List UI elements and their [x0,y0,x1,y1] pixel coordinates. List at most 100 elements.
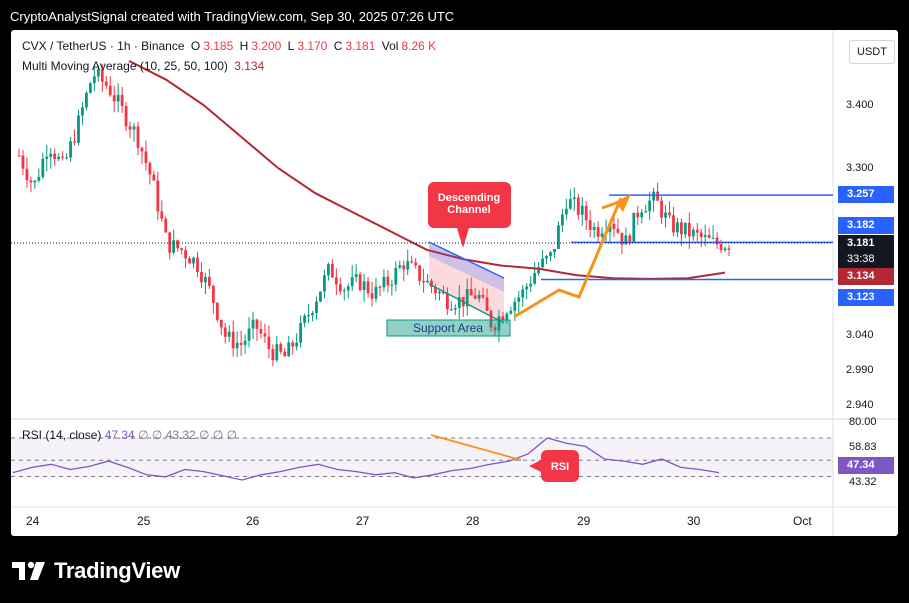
candle-body [727,248,731,250]
candle-body [691,229,695,237]
rsi-current-badge: 47.34 [838,457,894,474]
candle-body [330,263,334,278]
projection-arrow [513,197,623,319]
candle-body [711,237,715,239]
chart-caption: CryptoAnalystSignal created with Trading… [10,9,455,24]
candle-body [600,233,604,237]
candle-body [394,267,398,285]
candle-body [85,92,88,108]
candle-body [374,286,378,299]
low-value: 3.170 [297,39,328,53]
candle-body [164,218,168,233]
candle-body [37,176,41,181]
rsi-ma-value: 43.32 [165,428,196,442]
candle-body [81,107,84,116]
channel-callout-text: Descending [438,192,500,204]
candle-body [703,235,707,237]
candle-body [445,293,449,310]
close-value: 3.181 [345,39,376,53]
candle-body [338,284,342,292]
candle-body [525,286,529,290]
candle-body [370,293,374,299]
candle-body [61,156,65,158]
candle-body [664,212,667,218]
level-badge-3257: 3.257 [838,186,894,203]
open-value: 3.185 [203,39,234,53]
candle-body [632,212,636,242]
candle-body [192,257,195,264]
candle-body [176,240,180,249]
candle-body [263,333,267,337]
candle-body [354,274,358,278]
low-label: L [287,39,295,53]
candle-body [33,180,37,183]
close-label: C [333,39,343,53]
candle-body [640,212,644,218]
candle-body [402,265,406,270]
candle-body [307,315,310,317]
candle-body [21,155,25,169]
candle-body [25,168,29,181]
candle-body [414,262,418,266]
rsi-legend: RSI (14, close) 47.34 ∅ ∅ 43.32 ∅ ∅ ∅ [22,428,237,442]
candle-body [553,248,556,253]
candle-body [255,319,259,329]
level-badge-3123: 3.123 [838,289,894,306]
candle-body [73,141,76,143]
candle-body [259,328,263,334]
currency-button[interactable]: USDT [849,40,895,64]
candle-body [156,180,160,212]
tradingview-logo[interactable]: TradingView [12,558,180,584]
candle-body [227,331,231,337]
candle-body [200,272,203,283]
candle-body [568,199,572,209]
candle-body [707,235,711,238]
candle-body [152,174,156,181]
candle-body [223,327,227,337]
candle-body [564,208,568,215]
candle-body [160,211,164,219]
candle-body [124,105,128,127]
candle-body [576,197,580,215]
candle-body [390,284,394,286]
candle-body [723,248,727,251]
price-tick: 3.040 [846,329,874,341]
candle-body [275,344,279,361]
chart-panel[interactable]: Support Area Descending Channel RSI CVX / T… [11,30,898,536]
candle-body [112,95,116,102]
candle-body [315,301,318,314]
candle-body [172,240,176,253]
candle-body [513,301,517,311]
candle-body [676,222,679,233]
rsi-placeholder: ∅ [212,428,224,442]
symbol-name: CVX / TetherUS · 1h · Binance [22,39,185,53]
price-chart[interactable]: Support Area DescendingChannel RSI [11,30,898,536]
candle-body [303,315,306,323]
candle-body [719,244,723,251]
ma-badge: 3.134 [838,268,894,285]
candle-body [592,227,596,230]
rsi-value: 47.34 [104,428,135,442]
volume-label: Vol [381,39,399,53]
candle-body [120,94,124,106]
date-label: 25 [137,514,151,528]
candle-body [184,250,187,259]
candle-body [648,200,652,212]
candle-body [219,319,223,328]
candle-body [517,297,521,302]
ma-value: 3.134 [234,59,265,73]
candle-body [116,94,120,102]
candle-body [687,222,691,237]
rsi-level-5883: 58.83 [849,441,877,453]
candle-body [644,211,648,213]
rsi-level-4332: 43.32 [849,476,877,488]
price-tick: 3.300 [846,162,874,174]
candle-body [572,197,576,200]
candle-body [267,336,271,350]
candle-body [398,265,402,268]
rsi-callout-text: RSI [551,461,569,473]
candle-body [88,83,92,93]
candle-body [140,147,144,152]
candle-body [680,222,683,235]
candle-body [350,277,354,287]
